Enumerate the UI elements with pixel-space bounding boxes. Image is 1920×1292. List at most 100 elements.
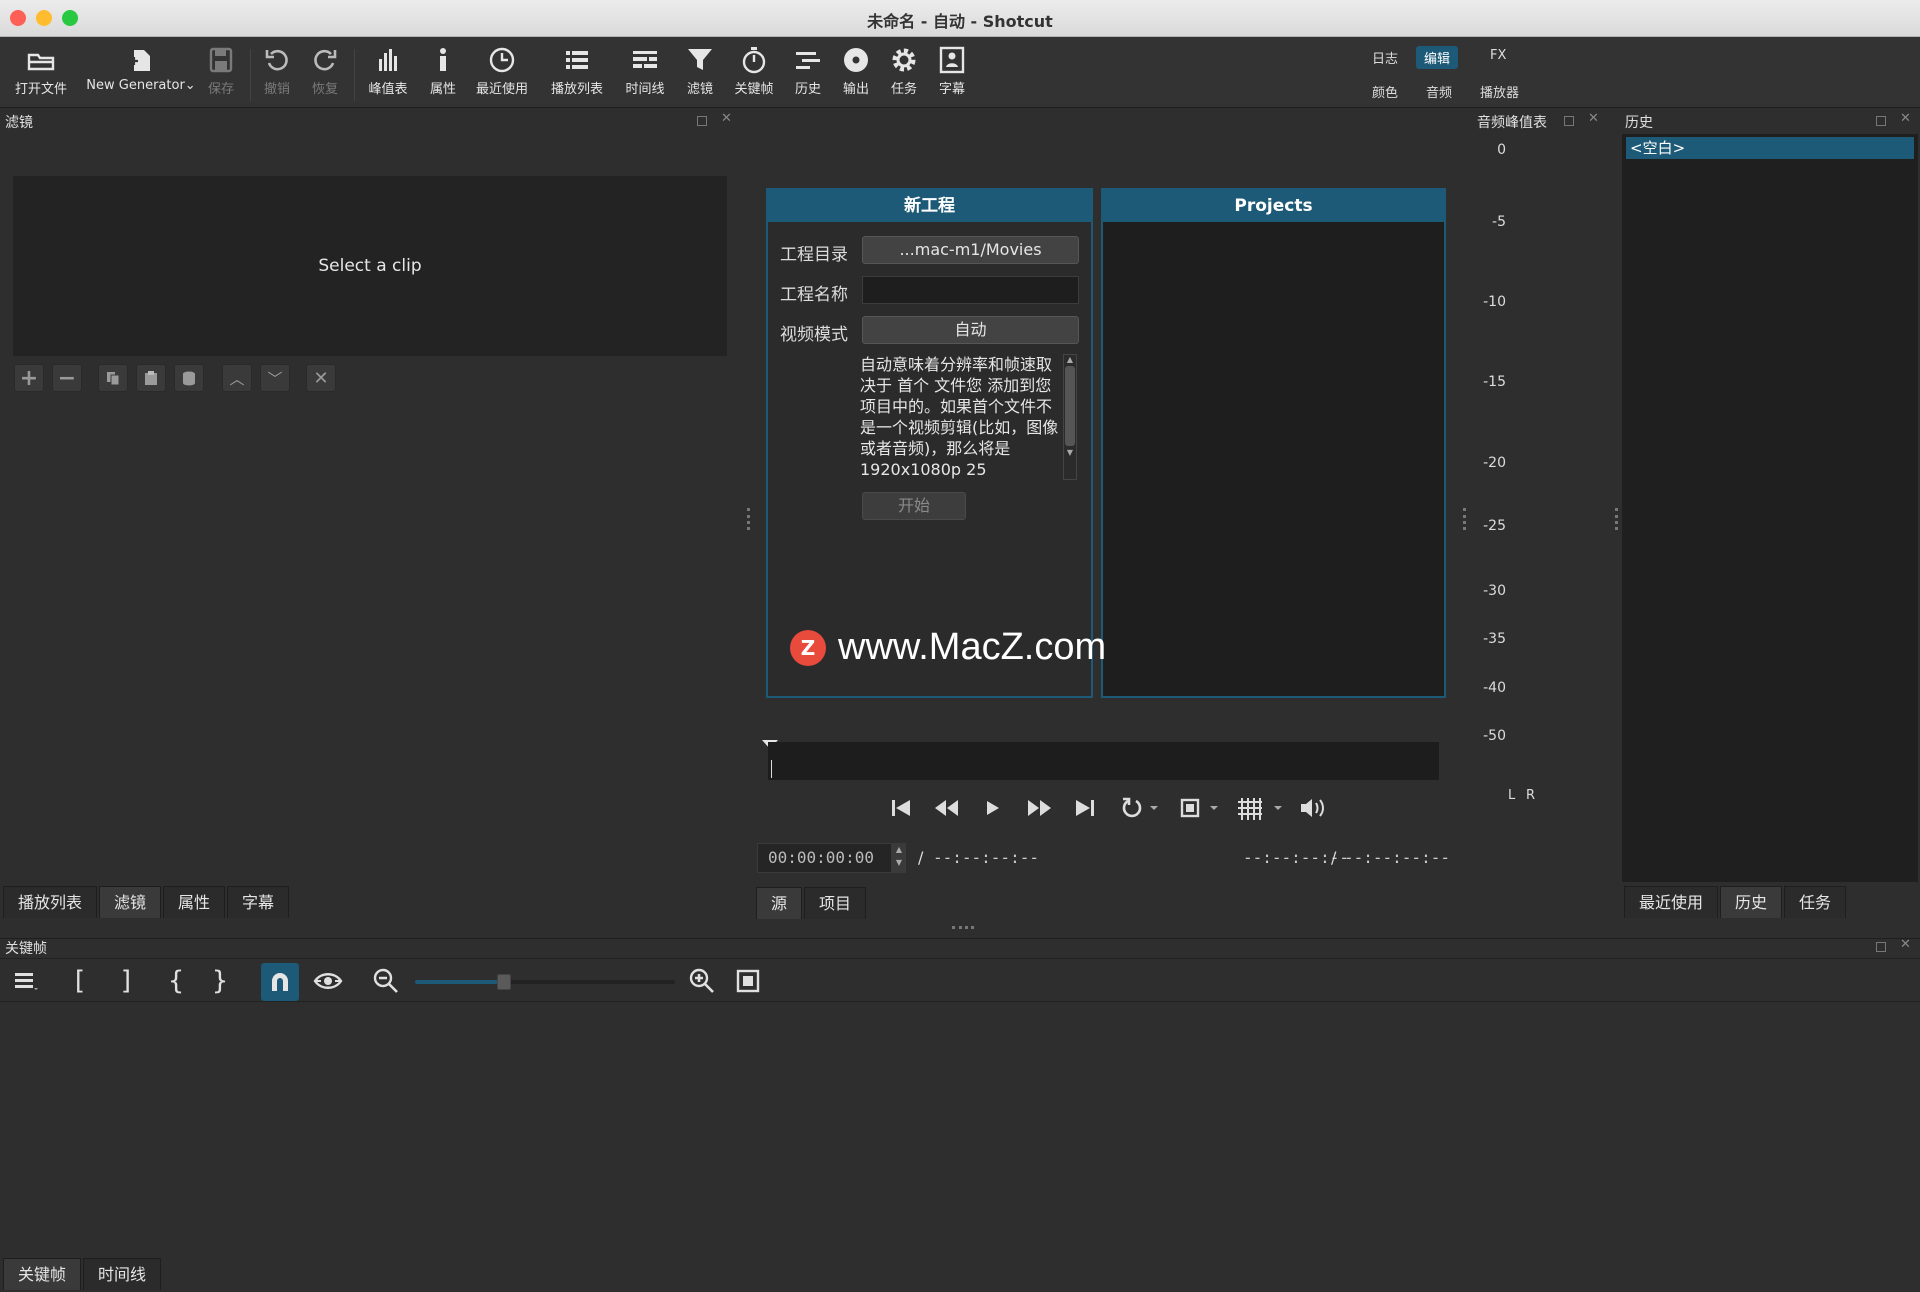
volume-icon[interactable] [1298, 796, 1328, 820]
divider [0, 958, 1920, 959]
close-panel-icon[interactable]: ✕ [721, 111, 732, 126]
redo-button[interactable]: 恢复 [306, 43, 344, 103]
float-panel-icon[interactable] [1876, 942, 1886, 952]
deselect-filter-button[interactable]: ✕ [306, 364, 336, 392]
tab-source[interactable]: 源 [756, 887, 803, 919]
close-panel-icon[interactable]: ✕ [1900, 111, 1911, 126]
play-icon[interactable] [984, 798, 1002, 818]
timeline-button[interactable]: 时间线 [618, 43, 672, 103]
zoom-slider-fill [415, 980, 503, 984]
close-panel-icon[interactable]: ✕ [1900, 937, 1911, 952]
minus-icon: − [57, 365, 77, 391]
close-panel-icon[interactable]: ✕ [1588, 111, 1599, 126]
tab-playlist[interactable]: 播放列表 [3, 886, 98, 918]
window-title: 未命名 - 自动 - Shotcut [867, 12, 1053, 31]
video-mode-select[interactable]: 自动 [862, 316, 1079, 344]
keyframes-menu-button[interactable] [10, 965, 42, 997]
timecode-stepper[interactable]: ▲ ▼ [892, 843, 906, 873]
layout-audio-button[interactable]: 音频 [1418, 80, 1460, 103]
out-point-display: --:--:--:-- [1344, 848, 1450, 867]
open-file-button[interactable]: 打开文件 [12, 43, 70, 103]
tab-properties[interactable]: 属性 [163, 886, 226, 918]
splitter-handle[interactable] [952, 926, 974, 929]
zoom-fit-icon[interactable] [1178, 796, 1220, 820]
recent-button[interactable]: 最近使用 [472, 43, 532, 103]
grid-icon[interactable] [1236, 796, 1284, 820]
tab-recent[interactable]: 最近使用 [1624, 886, 1719, 918]
copy-filter-button[interactable] [98, 364, 128, 392]
project-name-input[interactable] [862, 276, 1079, 304]
jobs-button[interactable]: 任务 [884, 43, 924, 103]
layout-color-button[interactable]: 颜色 [1364, 80, 1406, 103]
properties-button[interactable]: 属性 [422, 43, 464, 103]
skip-to-end-icon[interactable] [1074, 798, 1096, 818]
skip-to-start-icon[interactable] [890, 798, 912, 818]
move-filter-up-button[interactable]: ︿ [222, 364, 252, 392]
scroll-up-icon: ▲ [1066, 355, 1074, 364]
scrollbar-thumb[interactable] [1065, 366, 1075, 446]
zoom-in-button[interactable] [686, 965, 718, 997]
layout-editing-button[interactable]: 编辑 [1416, 46, 1459, 69]
add-filter-button[interactable]: + [14, 364, 44, 392]
loop-icon[interactable] [1120, 796, 1160, 820]
snap-toggle-button[interactable] [261, 963, 299, 1001]
stopwatch-icon [742, 47, 766, 74]
description-scrollbar[interactable]: ▲ ▼ [1063, 354, 1077, 480]
fit-icon [736, 969, 760, 993]
save-button[interactable]: 保存 [200, 43, 242, 103]
tab-project[interactable]: 项目 [804, 887, 867, 919]
save-filter-set-button[interactable] [174, 364, 204, 392]
tab-jobs[interactable]: 任务 [1784, 886, 1847, 918]
zoom-out-button[interactable] [370, 965, 402, 997]
peak-meter-button[interactable]: 峰值表 [364, 43, 412, 103]
meter-tick: -15 [1483, 374, 1506, 390]
remove-filter-button[interactable]: − [52, 364, 82, 392]
tab-timeline[interactable]: 时间线 [83, 1258, 162, 1290]
float-panel-icon[interactable] [697, 116, 707, 126]
scrub-while-drag-button[interactable] [310, 965, 346, 997]
timecode-input[interactable]: 00:00:00:00 [757, 843, 892, 873]
project-dir-button[interactable]: ...mac-m1/Movies [862, 236, 1079, 264]
history-item[interactable]: <空白> [1626, 137, 1914, 159]
seek-prev-keyframe-button[interactable]: { [162, 965, 190, 997]
fast-forward-icon[interactable] [1026, 798, 1052, 818]
history-list[interactable]: <空白> [1622, 134, 1918, 882]
export-button[interactable]: 输出 [836, 43, 876, 103]
filter-list[interactable]: Select a clip [13, 176, 727, 356]
subtitle-icon [939, 46, 965, 74]
float-panel-icon[interactable] [1876, 116, 1886, 126]
watermark: Z www.MacZ.com [790, 626, 1106, 669]
move-filter-down-button[interactable]: ﹀ [260, 364, 290, 392]
float-panel-icon[interactable] [1564, 116, 1574, 126]
plus-icon: + [19, 365, 39, 391]
history-button[interactable]: 历史 [788, 43, 828, 103]
tab-filters[interactable]: 滤镜 [99, 886, 162, 918]
scrub-bar[interactable] [768, 742, 1439, 780]
layout-player-button[interactable]: 播放器 [1472, 80, 1527, 103]
tab-keyframes[interactable]: 关键帧 [3, 1258, 82, 1290]
playlist-button[interactable]: 播放列表 [546, 43, 608, 103]
layout-fx-button[interactable]: FX [1482, 46, 1514, 65]
zoom-slider[interactable] [415, 974, 675, 990]
subtitles-button[interactable]: 字幕 [932, 43, 972, 103]
undo-button[interactable]: 撤销 [258, 43, 296, 103]
paste-filter-button[interactable] [136, 364, 166, 392]
tab-history[interactable]: 历史 [1720, 886, 1783, 918]
layout-logging-button[interactable]: 日志 [1364, 46, 1406, 69]
new-generator-button[interactable]: New Generator⌄ [86, 43, 196, 103]
trim-out-button[interactable]: ] [112, 965, 140, 997]
start-button[interactable]: 开始 [862, 492, 966, 520]
zoom-slider-handle[interactable] [497, 974, 511, 990]
splitter-handle[interactable] [747, 508, 750, 530]
keyframes-button[interactable]: 关键帧 [728, 43, 780, 103]
tab-subtitles[interactable]: 字幕 [227, 886, 290, 918]
keyframes-area[interactable] [0, 1003, 1920, 1255]
seek-next-keyframe-button[interactable]: } [206, 965, 234, 997]
close-icon: ✕ [313, 367, 329, 389]
filters-button[interactable]: 滤镜 [680, 43, 720, 103]
rewind-icon[interactable] [934, 798, 960, 818]
magnet-icon [272, 973, 288, 991]
trim-in-button[interactable]: [ [66, 965, 94, 997]
zoom-fit-button[interactable] [732, 965, 764, 997]
splitter-handle[interactable] [1615, 508, 1618, 530]
